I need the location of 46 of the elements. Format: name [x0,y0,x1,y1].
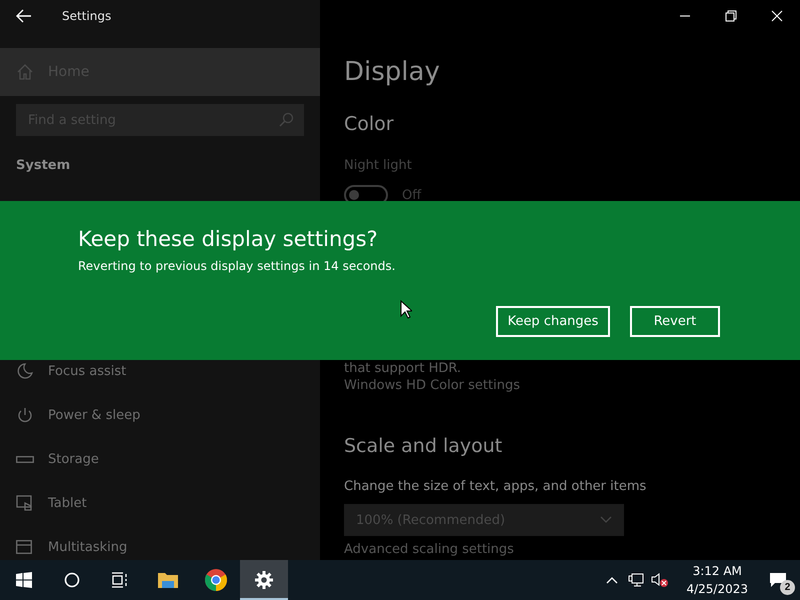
task-view-icon [111,572,129,588]
page-title: Display [344,56,441,89]
home-icon [16,63,34,81]
mouse-cursor-icon [400,300,412,319]
nav-item[interactable]: Multitasking [0,537,320,557]
chrome-logo-icon [204,568,228,592]
toggle-state: Off [402,188,422,202]
section-heading: Color [344,112,395,137]
window-title: Settings [62,9,112,23]
description-text: that support HDR. [344,361,462,376]
muted-speaker-icon [651,573,670,587]
multitask-icon [16,540,32,554]
moon-icon [16,362,34,380]
notification-badge: 2 [780,580,795,595]
hd-color-link[interactable]: Windows HD Color settings [344,378,800,393]
windows-logo-icon [16,572,32,588]
dialog-title: Keep these display settings? [78,226,379,253]
chevron-down-icon [600,516,612,524]
notification-button[interactable]: 2 [756,560,800,600]
restore-icon [725,10,737,22]
nav-item[interactable]: Power & sleep [0,405,320,425]
setting-label: Change the size of text, apps, and other items [344,478,648,496]
circle-icon [64,572,80,588]
keep-button[interactable]: Keep changes [496,306,610,337]
clock[interactable]: 3:12 AM 4/25/2023 [678,562,756,598]
gear-icon [254,570,274,590]
section-heading: System [16,157,72,175]
section-heading: Scale and layout [344,434,504,459]
setting-label: Night light [344,157,413,175]
dialog-message: Reverting to previous display settings in 14 seconds. [78,258,396,275]
power-icon [16,406,34,424]
folder-icon [157,571,179,589]
taskbar-button[interactable] [240,560,288,600]
nav-item[interactable]: Focus assist [0,361,320,381]
scaling-link[interactable]: Advanced scaling settings [344,542,800,557]
tablet-icon [16,494,34,512]
close-icon [771,10,783,22]
search-icon [278,112,294,128]
network-icon [628,573,644,587]
message-icon [769,572,787,588]
chevron-up-icon [606,576,618,584]
nav-item[interactable]: Tablet [0,493,320,513]
nav-item[interactable]: Storage [0,449,320,469]
storage-icon [16,456,34,462]
revert-button[interactable]: Revert [630,306,720,337]
back-arrow-icon [16,9,32,23]
